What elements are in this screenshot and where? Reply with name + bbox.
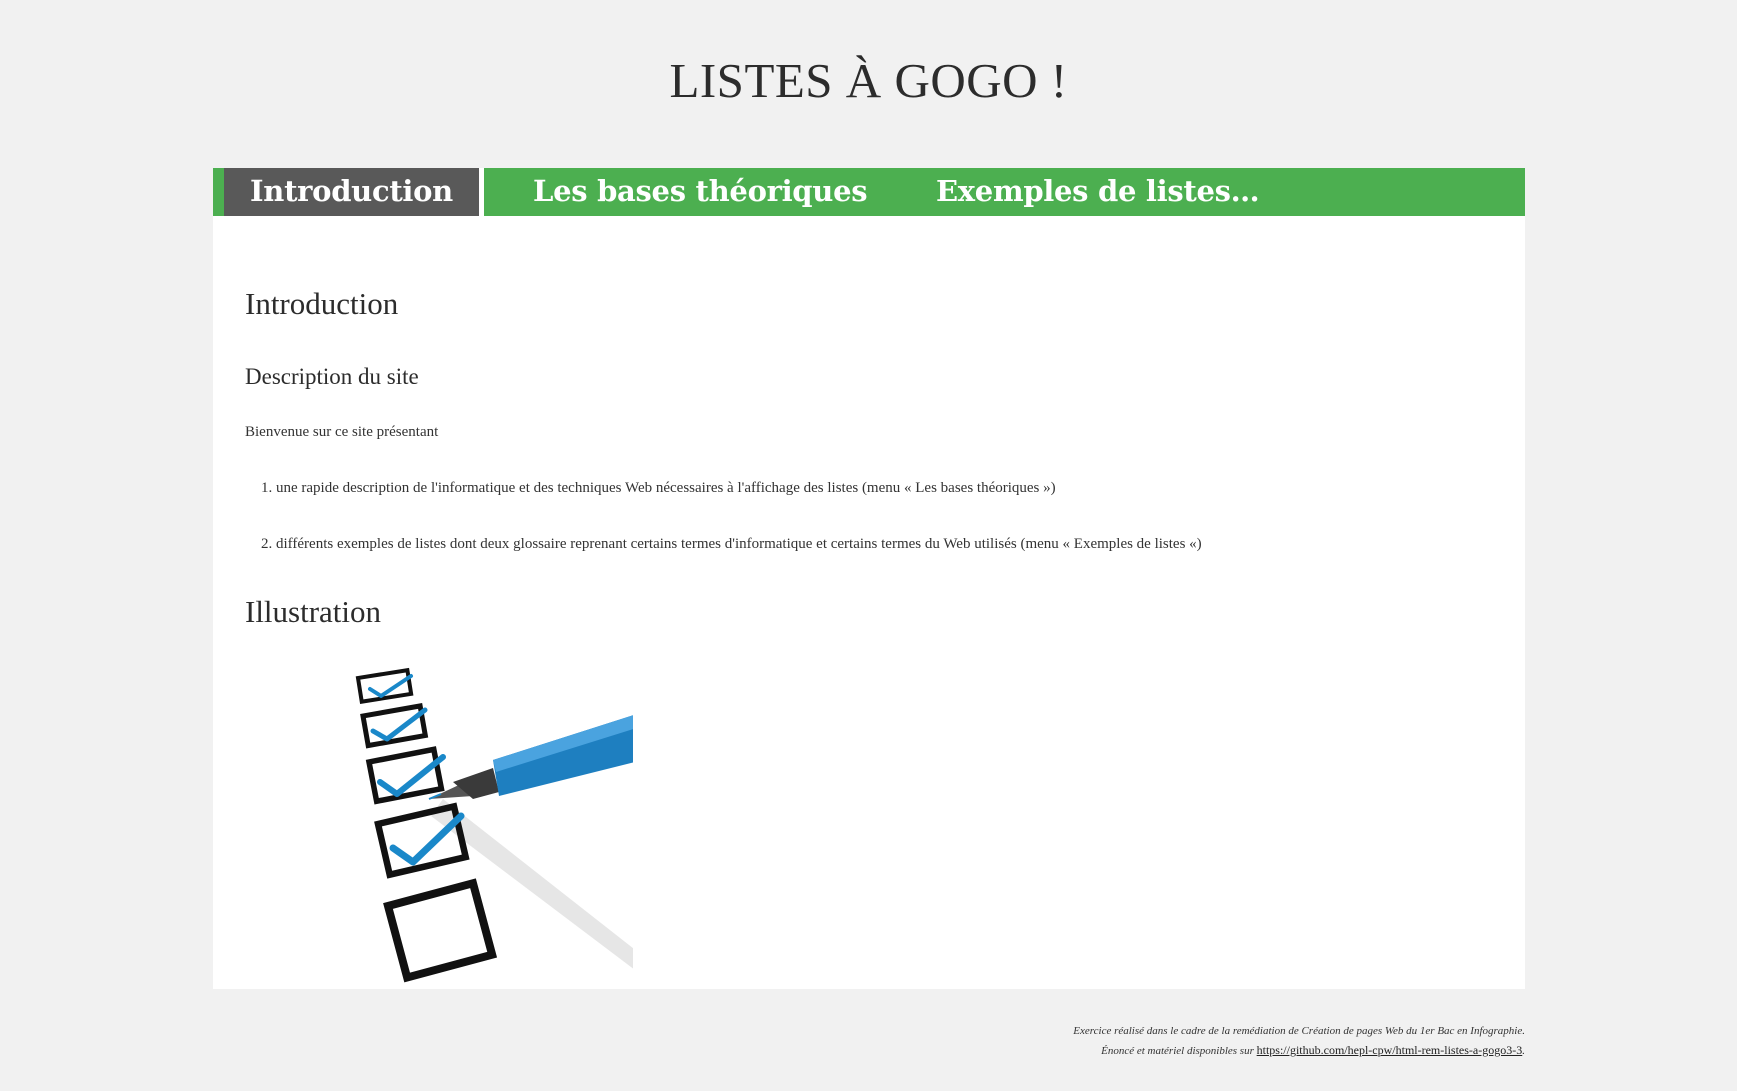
list-item-text: une rapide description de l'informatique… xyxy=(276,480,1056,496)
page-heading: Introduction xyxy=(245,286,399,321)
footer-line-1: Exercice réalisé dans le cadre de la rem… xyxy=(1073,1025,1525,1037)
main-content: Introduction Description du site Bienven… xyxy=(213,216,1525,989)
site-title: LISTES À GOGO ! xyxy=(669,53,1068,108)
list-item-number: 2. xyxy=(261,536,273,552)
page-footer: Exercice réalisé dans le cadre de la rem… xyxy=(1073,1022,1525,1061)
footer-line-2-prefix: Énoncé et matériel disponibles sur xyxy=(1101,1045,1254,1057)
list-item: 1. une rapide description de l'informati… xyxy=(261,480,1056,497)
footer-line-2-suffix: . xyxy=(1522,1045,1525,1057)
nav-item-introduction[interactable]: Introduction xyxy=(224,168,484,216)
intro-paragraph: Bienvenue sur ce site présentant xyxy=(245,424,439,440)
github-link[interactable]: https://github.com/hepl-cpw/html-rem-lis… xyxy=(1257,1043,1523,1057)
nav-item-bases-theoriques[interactable]: Les bases théoriques xyxy=(533,168,868,216)
list-item-number: 1. xyxy=(261,480,273,496)
checklist-pen-illustration xyxy=(355,667,633,983)
illustration-heading: Illustration xyxy=(245,594,382,629)
section-heading: Description du site xyxy=(245,364,419,389)
nav-item-exemples-listes[interactable]: Exemples de listes… xyxy=(936,168,1260,216)
footer-line-2: Énoncé et matériel disponibles sur https… xyxy=(1073,1041,1525,1061)
list-item-text: différents exemples de listes dont deux … xyxy=(276,536,1202,552)
main-nav: Introduction Les bases théoriques Exempl… xyxy=(213,168,1525,216)
list-item: 2. différents exemples de listes dont de… xyxy=(261,536,1202,553)
